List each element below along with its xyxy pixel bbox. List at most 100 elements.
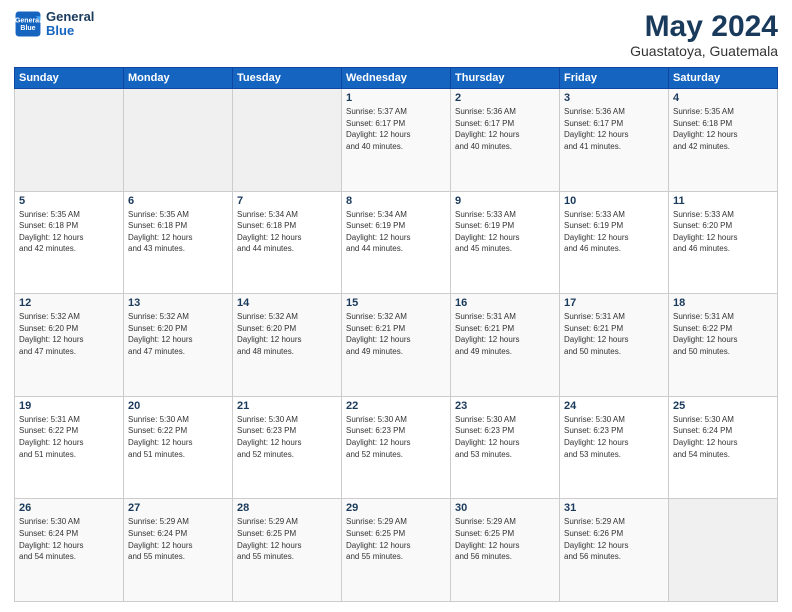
day-number: 18 — [673, 297, 773, 309]
day-number: 9 — [455, 195, 555, 207]
weekday-header-sunday: Sunday — [15, 68, 124, 89]
day-info: Sunrise: 5:32 AM Sunset: 6:21 PM Dayligh… — [346, 311, 446, 357]
logo: General Blue General Blue — [14, 10, 94, 39]
day-info: Sunrise: 5:30 AM Sunset: 6:23 PM Dayligh… — [346, 414, 446, 460]
day-number: 2 — [455, 92, 555, 104]
calendar-cell: 15 Sunrise: 5:32 AM Sunset: 6:21 PM Dayli… — [342, 294, 451, 397]
svg-text:Blue: Blue — [20, 26, 35, 33]
calendar-cell — [15, 89, 124, 192]
calendar-cell: 7 Sunrise: 5:34 AM Sunset: 6:18 PM Daylig… — [233, 191, 342, 294]
logo-text-general: General — [46, 10, 94, 24]
weekday-header-tuesday: Tuesday — [233, 68, 342, 89]
calendar-cell: 2 Sunrise: 5:36 AM Sunset: 6:17 PM Daylig… — [451, 89, 560, 192]
day-info: Sunrise: 5:32 AM Sunset: 6:20 PM Dayligh… — [128, 311, 228, 357]
day-number: 24 — [564, 400, 664, 412]
day-number: 21 — [237, 400, 337, 412]
day-info: Sunrise: 5:35 AM Sunset: 6:18 PM Dayligh… — [128, 209, 228, 255]
week-row-4: 26Sunrise: 5:30 AM Sunset: 6:24 PM Dayli… — [15, 499, 778, 602]
day-info: Sunrise: 5:34 AM Sunset: 6:19 PM Dayligh… — [346, 209, 446, 255]
weekday-header-thursday: Thursday — [451, 68, 560, 89]
calendar-cell — [124, 89, 233, 192]
day-number: 15 — [346, 297, 446, 309]
day-number: 7 — [237, 195, 337, 207]
week-row-3: 19 Sunrise: 5:31 AM Sunset: 6:22 PM Dayli… — [15, 396, 778, 499]
day-number: 27 — [128, 502, 228, 514]
day-info: Sunrise: 5:29 AM Sunset: 6:25 PM Dayligh… — [455, 516, 555, 562]
calendar-cell: 22 Sunrise: 5:30 AM Sunset: 6:23 PM Dayli… — [342, 396, 451, 499]
calendar-cell: 11Sunrise: 5:33 AM Sunset: 6:20 PM Dayli… — [669, 191, 778, 294]
day-info: Sunrise: 5:29 AM Sunset: 6:25 PM Dayligh… — [237, 516, 337, 562]
day-number: 10 — [564, 195, 664, 207]
calendar-cell: 9 Sunrise: 5:33 AM Sunset: 6:19 PM Daylig… — [451, 191, 560, 294]
calendar-table: SundayMondayTuesdayWednesdayThursdayFrid… — [14, 67, 778, 602]
calendar-cell: 19 Sunrise: 5:31 AM Sunset: 6:22 PM Dayli… — [15, 396, 124, 499]
calendar-cell: 13 Sunrise: 5:32 AM Sunset: 6:20 PM Dayli… — [124, 294, 233, 397]
calendar-cell: 12 Sunrise: 5:32 AM Sunset: 6:20 PM Dayli… — [15, 294, 124, 397]
calendar-cell: 23Sunrise: 5:30 AM Sunset: 6:23 PM Dayli… — [451, 396, 560, 499]
calendar-cell: 8 Sunrise: 5:34 AM Sunset: 6:19 PM Daylig… — [342, 191, 451, 294]
calendar-cell: 30 Sunrise: 5:29 AM Sunset: 6:25 PM Dayli… — [451, 499, 560, 602]
day-number: 17 — [564, 297, 664, 309]
calendar-cell: 24Sunrise: 5:30 AM Sunset: 6:23 PM Dayli… — [560, 396, 669, 499]
title-block: May 2024 Guastatoya, Guatemala — [630, 10, 778, 59]
day-number: 1 — [346, 92, 446, 104]
calendar-cell: 3 Sunrise: 5:36 AM Sunset: 6:17 PM Daylig… — [560, 89, 669, 192]
day-number: 5 — [19, 195, 119, 207]
weekday-header-wednesday: Wednesday — [342, 68, 451, 89]
day-number: 25 — [673, 400, 773, 412]
day-info: Sunrise: 5:32 AM Sunset: 6:20 PM Dayligh… — [237, 311, 337, 357]
day-number: 14 — [237, 297, 337, 309]
day-number: 4 — [673, 92, 773, 104]
calendar-cell: 14 Sunrise: 5:32 AM Sunset: 6:20 PM Dayli… — [233, 294, 342, 397]
day-number: 3 — [564, 92, 664, 104]
day-info: Sunrise: 5:32 AM Sunset: 6:20 PM Dayligh… — [19, 311, 119, 357]
svg-text:General: General — [15, 18, 41, 25]
day-info: Sunrise: 5:37 AM Sunset: 6:17 PM Dayligh… — [346, 106, 446, 152]
day-info: Sunrise: 5:29 AM Sunset: 6:24 PM Dayligh… — [128, 516, 228, 562]
calendar-cell — [233, 89, 342, 192]
day-info: Sunrise: 5:31 AM Sunset: 6:21 PM Dayligh… — [564, 311, 664, 357]
day-number: 13 — [128, 297, 228, 309]
day-info: Sunrise: 5:34 AM Sunset: 6:18 PM Dayligh… — [237, 209, 337, 255]
day-number: 8 — [346, 195, 446, 207]
calendar-cell: 25Sunrise: 5:30 AM Sunset: 6:24 PM Dayli… — [669, 396, 778, 499]
day-info: Sunrise: 5:30 AM Sunset: 6:23 PM Dayligh… — [237, 414, 337, 460]
day-number: 16 — [455, 297, 555, 309]
day-number: 28 — [237, 502, 337, 514]
day-number: 19 — [19, 400, 119, 412]
calendar-cell: 4 Sunrise: 5:35 AM Sunset: 6:18 PM Daylig… — [669, 89, 778, 192]
day-info: Sunrise: 5:35 AM Sunset: 6:18 PM Dayligh… — [673, 106, 773, 152]
logo-icon: General Blue — [14, 10, 42, 38]
day-info: Sunrise: 5:33 AM Sunset: 6:20 PM Dayligh… — [673, 209, 773, 255]
day-info: Sunrise: 5:31 AM Sunset: 6:22 PM Dayligh… — [19, 414, 119, 460]
day-info: Sunrise: 5:30 AM Sunset: 6:24 PM Dayligh… — [19, 516, 119, 562]
calendar-cell: 29Sunrise: 5:29 AM Sunset: 6:25 PM Dayli… — [342, 499, 451, 602]
week-row-1: 5 Sunrise: 5:35 AM Sunset: 6:18 PM Daylig… — [15, 191, 778, 294]
calendar-cell: 5Sunrise: 5:35 AM Sunset: 6:18 PM Daylig… — [15, 191, 124, 294]
day-number: 22 — [346, 400, 446, 412]
calendar-cell — [669, 499, 778, 602]
weekday-header-saturday: Saturday — [669, 68, 778, 89]
day-info: Sunrise: 5:36 AM Sunset: 6:17 PM Dayligh… — [564, 106, 664, 152]
calendar-cell: 17 Sunrise: 5:31 AM Sunset: 6:21 PM Dayli… — [560, 294, 669, 397]
day-info: Sunrise: 5:31 AM Sunset: 6:21 PM Dayligh… — [455, 311, 555, 357]
weekday-header-friday: Friday — [560, 68, 669, 89]
calendar-cell: 20Sunrise: 5:30 AM Sunset: 6:22 PM Dayli… — [124, 396, 233, 499]
logo-text-blue: Blue — [46, 24, 94, 38]
day-info: Sunrise: 5:33 AM Sunset: 6:19 PM Dayligh… — [564, 209, 664, 255]
calendar-cell: 16 Sunrise: 5:31 AM Sunset: 6:21 PM Dayli… — [451, 294, 560, 397]
week-row-0: 1 Sunrise: 5:37 AM Sunset: 6:17 PM Daylig… — [15, 89, 778, 192]
month-title: May 2024 — [630, 10, 778, 43]
day-number: 23 — [455, 400, 555, 412]
location-title: Guastatoya, Guatemala — [630, 43, 778, 59]
day-number: 12 — [19, 297, 119, 309]
day-number: 30 — [455, 502, 555, 514]
day-number: 6 — [128, 195, 228, 207]
calendar-cell: 28 Sunrise: 5:29 AM Sunset: 6:25 PM Dayli… — [233, 499, 342, 602]
day-info: Sunrise: 5:36 AM Sunset: 6:17 PM Dayligh… — [455, 106, 555, 152]
calendar-cell: 1 Sunrise: 5:37 AM Sunset: 6:17 PM Daylig… — [342, 89, 451, 192]
weekday-header-row: SundayMondayTuesdayWednesdayThursdayFrid… — [15, 68, 778, 89]
day-info: Sunrise: 5:33 AM Sunset: 6:19 PM Dayligh… — [455, 209, 555, 255]
day-number: 20 — [128, 400, 228, 412]
calendar-page: General Blue General Blue May 2024 Guast… — [0, 0, 792, 612]
